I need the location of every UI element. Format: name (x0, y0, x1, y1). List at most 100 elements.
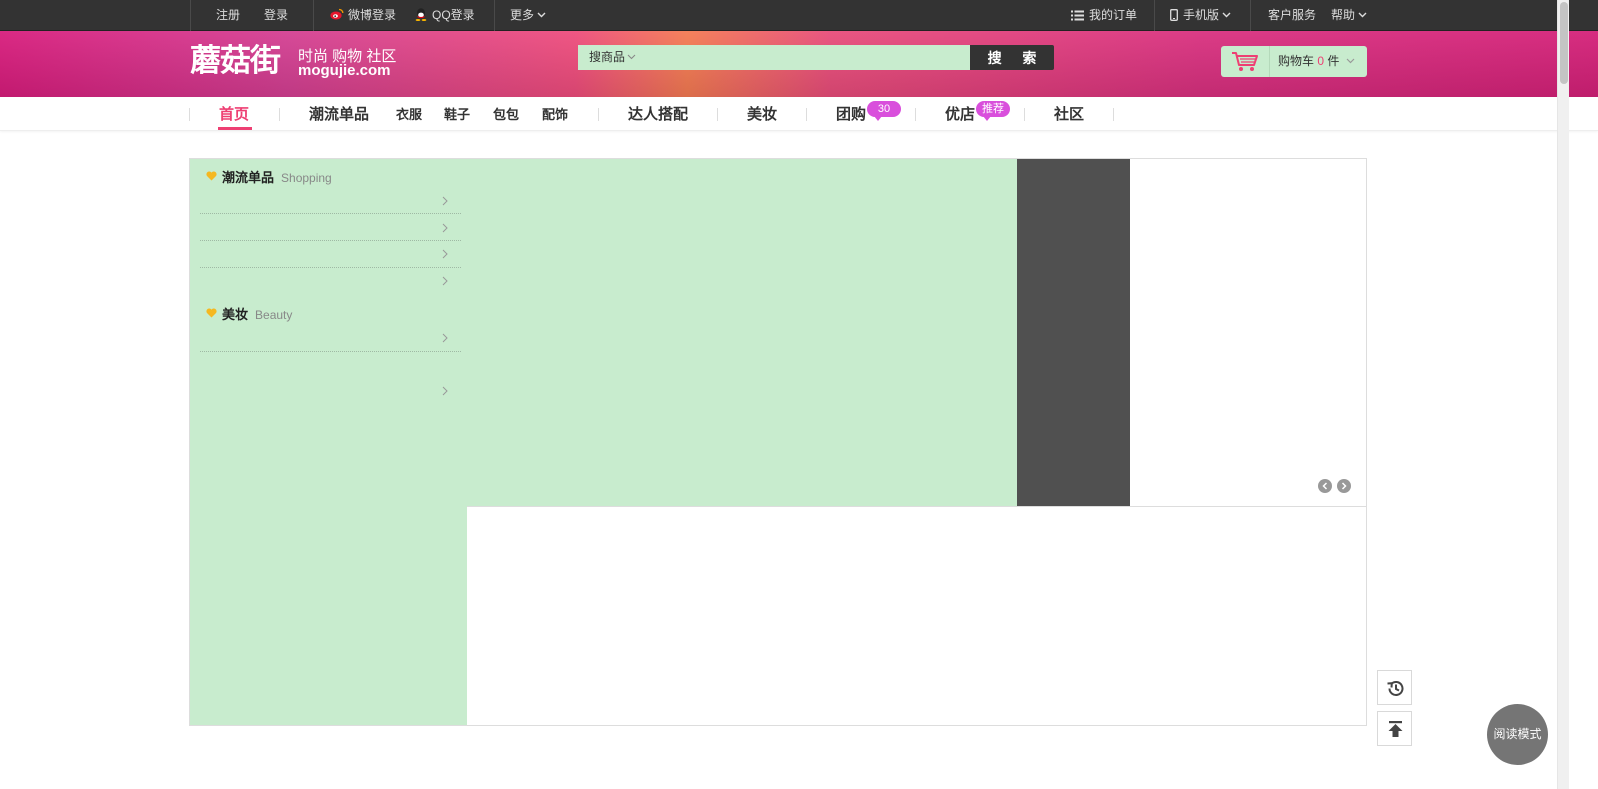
arrow-up-icon (1388, 721, 1403, 737)
page-scrollbar[interactable] (1557, 0, 1569, 789)
banner-prev-button[interactable] (1318, 479, 1332, 493)
cart-unit: 件 (1327, 54, 1340, 68)
category-title: 美妆 (222, 307, 249, 322)
back-to-top-button[interactable] (1377, 711, 1412, 746)
logo-text: 蘑菇街 (190, 43, 281, 79)
qq-login-label: QQ登录 (432, 8, 475, 22)
group-buy-badge: 30 (867, 101, 901, 121)
chevron-down-icon (1358, 12, 1367, 18)
chevron-down-icon (627, 54, 636, 60)
divider (915, 108, 916, 121)
search-type-label: 搜商品 (589, 50, 626, 64)
chevron-down-icon (1222, 12, 1231, 18)
scrollbar-thumb[interactable] (1560, 2, 1568, 84)
weibo-icon (330, 8, 344, 20)
weibo-login-label: 微博登录 (348, 8, 397, 22)
chevron-right-icon (442, 223, 448, 233)
history-icon (1387, 681, 1404, 696)
divider (1154, 0, 1155, 31)
nav-item-community[interactable]: 社区 (1054, 97, 1084, 131)
cart-icon (1232, 52, 1258, 71)
nav-item-trend-items[interactable]: 潮流单品 (309, 97, 369, 131)
chevron-right-icon (1341, 482, 1347, 490)
nav-item-bags[interactable]: 包包 (493, 97, 519, 131)
help-label: 帮助 (1331, 8, 1356, 22)
home-content: 潮流单品 Shopping 美妆 Beauty (189, 158, 1367, 726)
help-menu[interactable]: 帮助 (1331, 0, 1367, 31)
chevron-right-icon (442, 196, 448, 206)
nav-item-shoes[interactable]: 鞋子 (444, 97, 470, 131)
divider (190, 0, 191, 31)
divider (189, 108, 190, 121)
category-row[interactable] (200, 186, 461, 214)
nav-item-group-buy[interactable]: 团购 (836, 97, 866, 131)
main-nav: 首页 潮流单品 衣服 鞋子 包包 配饰 达人搭配 美妆 团购 30 优店 推荐 … (0, 97, 1598, 131)
category-header: 潮流单品 Shopping (206, 169, 332, 187)
login-link[interactable]: 登录 (264, 0, 288, 31)
list-icon (1071, 10, 1084, 21)
phone-icon (1170, 9, 1178, 21)
mobile-menu[interactable]: 手机版 (1170, 0, 1231, 31)
category-header: 美妆 Beauty (206, 306, 292, 324)
category-row[interactable] (200, 324, 461, 352)
category-subtitle: Shopping (281, 171, 332, 185)
banner-slide[interactable] (467, 159, 1017, 507)
history-button[interactable] (1377, 670, 1412, 705)
site-header: 蘑菇街 时尚 购物 社区 mogujie.com 搜商品 搜 索 购物车 0 件 (0, 31, 1598, 97)
reading-mode-button[interactable]: 阅读模式 (1487, 704, 1548, 765)
nav-item-beauty[interactable]: 美妆 (747, 97, 777, 131)
weibo-login-link[interactable]: 微博登录 (330, 0, 396, 31)
my-orders-link[interactable]: 我的订单 (1071, 0, 1137, 31)
nav-item-home[interactable]: 首页 (219, 97, 249, 131)
divider (717, 108, 718, 121)
divider (1113, 108, 1114, 121)
chevron-down-icon (537, 12, 546, 18)
mobile-label: 手机版 (1183, 8, 1220, 22)
nav-item-clothes[interactable]: 衣服 (396, 97, 422, 131)
search-input[interactable] (578, 45, 970, 70)
category-title: 潮流单品 (222, 170, 275, 185)
divider (313, 0, 314, 31)
divider (1269, 46, 1270, 77)
nav-item-shops[interactable]: 优店 (945, 97, 975, 131)
divider (598, 108, 599, 121)
my-orders-label: 我的订单 (1089, 8, 1138, 22)
chevron-right-icon (442, 333, 448, 343)
divider (1024, 108, 1025, 121)
top-bar: 注册 登录 微博登录 QQ登录 更多 我的订单 手机版 客户服务 帮助 (0, 0, 1598, 31)
divider (806, 108, 807, 121)
heart-icon (206, 171, 217, 181)
divider (494, 0, 495, 31)
divider (279, 108, 280, 121)
category-row[interactable] (200, 214, 461, 241)
register-link[interactable]: 注册 (216, 0, 240, 31)
search-bar: 搜商品 搜 索 (578, 45, 1054, 70)
more-label: 更多 (510, 8, 535, 22)
nav-item-expert-match[interactable]: 达人搭配 (628, 97, 688, 131)
logo-domain: mogujie.com (298, 62, 391, 79)
banner-side-panel[interactable] (1017, 159, 1130, 507)
cart-button[interactable]: 购物车 0 件 (1221, 46, 1367, 77)
divider (1250, 0, 1251, 31)
divider (467, 506, 1366, 507)
search-button[interactable]: 搜 索 (970, 45, 1054, 70)
qq-login-link[interactable]: QQ登录 (415, 0, 475, 31)
heart-icon (206, 308, 217, 318)
cart-count: 0 (1317, 54, 1325, 68)
more-menu[interactable]: 更多 (510, 0, 546, 31)
active-indicator (218, 127, 252, 130)
category-row[interactable] (200, 241, 461, 268)
cart-summary: 购物车 0 件 (1278, 46, 1355, 77)
shops-badge: 推荐 (976, 101, 1010, 121)
chevron-right-icon[interactable] (442, 276, 448, 286)
category-subtitle: Beauty (255, 308, 293, 322)
chevron-right-icon (442, 249, 448, 259)
qq-icon (415, 8, 427, 21)
nav-item-accessories[interactable]: 配饰 (542, 97, 568, 131)
category-panel: 潮流单品 Shopping 美妆 Beauty (190, 159, 467, 725)
banner-next-button[interactable] (1337, 479, 1351, 493)
chevron-right-icon[interactable] (442, 386, 448, 396)
search-type-select[interactable]: 搜商品 (589, 45, 636, 70)
chevron-left-icon (1322, 482, 1328, 490)
customer-service-link[interactable]: 客户服务 (1268, 0, 1316, 31)
